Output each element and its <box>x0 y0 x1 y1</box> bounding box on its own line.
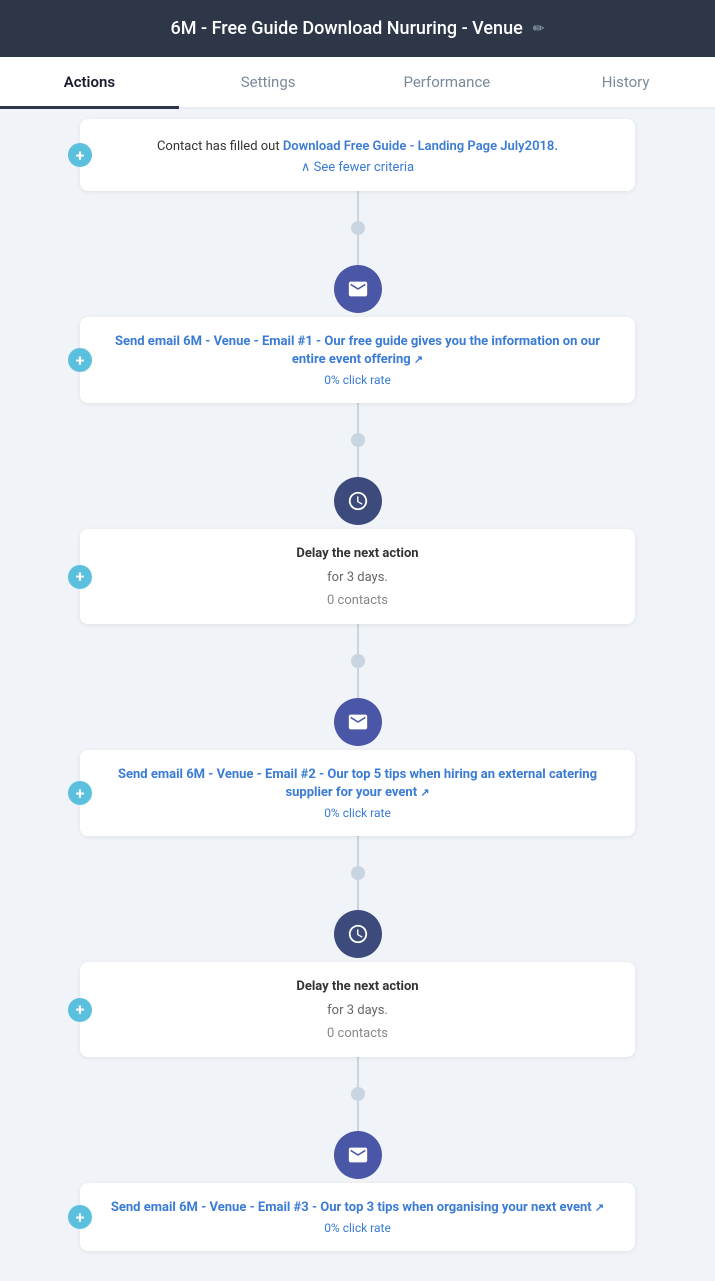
page-title: 6M - Free Guide Download Nururing - Venu… <box>171 18 523 39</box>
delay-contacts-2: 0 contacts <box>100 1026 615 1041</box>
email-svg-1 <box>347 278 369 300</box>
email-card-3: + Send email 6M - Venue - Email #3 - Our… <box>80 1183 635 1251</box>
delay-title-2: Delay the next action <box>100 978 615 996</box>
step-email-2: + Send email 6M - Venue - Email #2 - Our… <box>80 698 635 836</box>
email-title-2: Send email 6M - Venue - Email #2 - Our t… <box>100 766 615 802</box>
connector-line <box>357 1101 359 1131</box>
delay-icon-1 <box>334 477 382 525</box>
step-delay-1: + Delay the next action for 3 days. 0 co… <box>80 477 635 624</box>
delay-icon-2 <box>334 910 382 958</box>
email-title-3: Send email 6M - Venue - Email #3 - Our t… <box>100 1199 615 1217</box>
edit-icon[interactable]: ✏ <box>533 21 545 37</box>
small-connector-dot <box>351 433 365 447</box>
add-btn-delay-1[interactable]: + <box>68 565 92 589</box>
page-header: 6M - Free Guide Download Nururing - Venu… <box>0 0 715 57</box>
delay-title-1: Delay the next action <box>100 545 615 563</box>
add-btn-1[interactable]: + <box>68 348 92 372</box>
delay-duration-1: for 3 days. <box>100 568 615 588</box>
connector-line <box>357 191 359 221</box>
tab-performance[interactable]: Performance <box>358 57 537 107</box>
trigger-body: Contact has filled out <box>157 139 283 154</box>
small-connector-dot <box>351 654 365 668</box>
email-card-1: + Send email 6M - Venue - Email #1 - Our… <box>80 317 635 403</box>
email-svg-2 <box>347 711 369 733</box>
tab-settings[interactable]: Settings <box>179 57 358 107</box>
email-stat-1: 0% click rate <box>100 373 615 387</box>
email-stat-3: 0% click rate <box>100 1221 615 1235</box>
main-content: + Contact has filled out Download Free G… <box>0 109 715 1281</box>
email-stat-2: 0% click rate <box>100 806 615 820</box>
add-action-btn[interactable]: + <box>68 143 92 167</box>
add-btn-delay-2[interactable]: + <box>68 998 92 1022</box>
tab-actions[interactable]: Actions <box>0 57 179 107</box>
connector-line <box>357 624 359 654</box>
delay-svg-2 <box>347 923 369 945</box>
delay-contacts-1: 0 contacts <box>100 593 615 608</box>
email-icon-3 <box>334 1131 382 1179</box>
small-connector-dot <box>351 866 365 880</box>
delay-card-1: + Delay the next action for 3 days. 0 co… <box>80 529 635 624</box>
connector-line <box>357 836 359 866</box>
add-btn-2[interactable]: + <box>68 781 92 805</box>
delay-card-2: + Delay the next action for 3 days. 0 co… <box>80 962 635 1057</box>
step-email-1: + Send email 6M - Venue - Email #1 - Our… <box>80 265 635 403</box>
email-svg-3 <box>347 1144 369 1166</box>
small-connector-dot <box>351 221 365 235</box>
email-title-1: Send email 6M - Venue - Email #1 - Our f… <box>100 333 615 369</box>
small-connector-dot <box>351 1087 365 1101</box>
see-fewer-btn[interactable]: ∧ See fewer criteria <box>100 160 615 175</box>
connector-line <box>357 1057 359 1087</box>
connector-line <box>357 880 359 910</box>
delay-svg-1 <box>347 490 369 512</box>
connector-line <box>357 235 359 265</box>
connector-line <box>357 447 359 477</box>
tab-bar: Actions Settings Performance History <box>0 57 715 109</box>
email-icon-2 <box>334 698 382 746</box>
email-card-2: + Send email 6M - Venue - Email #2 - Our… <box>80 750 635 836</box>
delay-duration-2: for 3 days. <box>100 1001 615 1021</box>
connector-line <box>357 403 359 433</box>
add-btn-3[interactable]: + <box>68 1205 92 1229</box>
email-icon-1 <box>334 265 382 313</box>
step-delay-2: + Delay the next action for 3 days. 0 co… <box>80 910 635 1057</box>
trigger-link[interactable]: Download Free Guide - Landing Page July2… <box>283 139 558 154</box>
connector-line <box>357 668 359 698</box>
trigger-card: + Contact has filled out Download Free G… <box>80 119 635 191</box>
tab-history[interactable]: History <box>536 57 715 107</box>
step-email-3: + Send email 6M - Venue - Email #3 - Our… <box>80 1131 635 1251</box>
